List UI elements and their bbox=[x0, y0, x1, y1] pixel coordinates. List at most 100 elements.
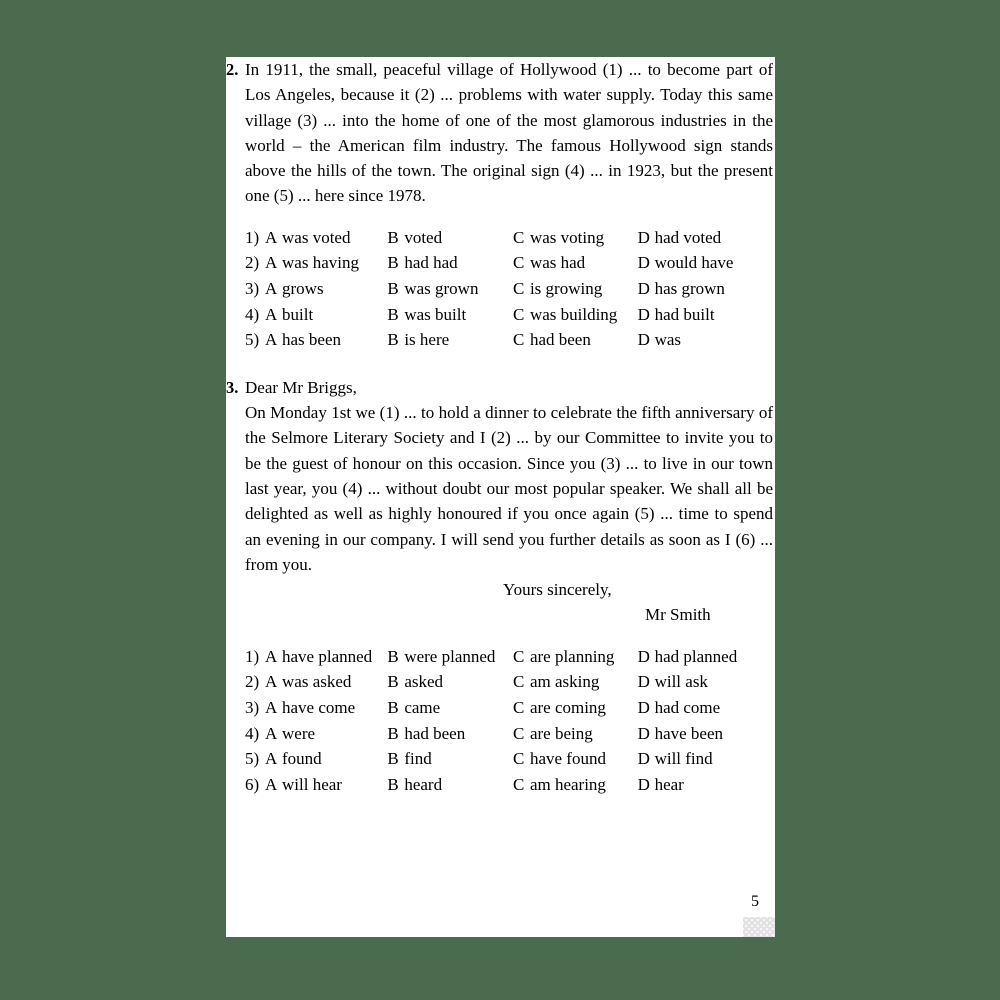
option-letter: C bbox=[512, 278, 525, 298]
option-text: have found bbox=[529, 749, 606, 769]
option-choice[interactable]: 1) A was voted bbox=[245, 227, 387, 249]
option-text: hear bbox=[654, 774, 684, 794]
option-text: grows bbox=[282, 278, 324, 298]
option-text: was asked bbox=[282, 672, 352, 692]
page-number: 5 bbox=[751, 893, 759, 910]
option-index: 1) bbox=[245, 646, 260, 666]
exercise-2: 2. In 1911, the small, peaceful village … bbox=[226, 57, 775, 209]
option-choice[interactable]: B were planned bbox=[387, 646, 513, 668]
option-text: was had bbox=[529, 253, 586, 273]
option-letter: A bbox=[265, 330, 278, 350]
option-choice[interactable]: C was had bbox=[513, 252, 638, 274]
option-choice[interactable]: D had built bbox=[638, 304, 775, 326]
option-text: are planning bbox=[529, 646, 615, 666]
option-choice[interactable]: D was bbox=[638, 329, 775, 351]
option-text: will hear bbox=[282, 774, 342, 794]
option-choice[interactable]: 4) A built bbox=[245, 304, 387, 326]
option-letter: A bbox=[265, 723, 278, 743]
option-text: found bbox=[282, 749, 322, 769]
option-choice[interactable]: B had had bbox=[387, 252, 513, 274]
option-choice[interactable]: D had come bbox=[638, 697, 775, 719]
option-row: 2) A was asked B asked C am asking D wil… bbox=[245, 671, 775, 693]
option-choice[interactable]: 5) A found bbox=[245, 748, 387, 770]
option-letter: C bbox=[512, 723, 525, 743]
option-text: was built bbox=[404, 304, 467, 324]
option-choice[interactable]: 2) A was asked bbox=[245, 671, 387, 693]
option-text: built bbox=[282, 304, 314, 324]
option-choice[interactable]: C is growing bbox=[513, 278, 638, 300]
option-choice[interactable]: B came bbox=[387, 697, 513, 719]
option-choice[interactable]: C am asking bbox=[513, 671, 638, 693]
option-text: had come bbox=[654, 697, 721, 717]
option-choice[interactable]: C was voting bbox=[513, 227, 638, 249]
option-letter: D bbox=[637, 278, 650, 298]
document-page: 2. In 1911, the small, peaceful village … bbox=[226, 57, 775, 937]
option-choice[interactable]: C am hearing bbox=[513, 774, 638, 796]
option-row: 6) A will hear B heard C am hearing D he… bbox=[245, 774, 775, 796]
option-choice[interactable]: B is here bbox=[387, 329, 513, 351]
option-text: had built bbox=[654, 304, 715, 324]
option-choice[interactable]: 3) A grows bbox=[245, 278, 387, 300]
option-letter: A bbox=[265, 253, 278, 273]
exercise-3: 3. Dear Mr Briggs, On Monday 1st we (1) … bbox=[226, 375, 775, 628]
option-choice[interactable]: C are coming bbox=[513, 697, 638, 719]
option-letter: B bbox=[387, 774, 399, 794]
option-text: was bbox=[654, 330, 682, 350]
option-index: 4) bbox=[245, 723, 260, 743]
option-letter: B bbox=[387, 672, 399, 692]
option-row: 1) A have planned B were planned C are p… bbox=[245, 646, 775, 668]
option-choice[interactable]: B had been bbox=[387, 723, 513, 745]
option-choice[interactable]: 6) A will hear bbox=[245, 774, 387, 796]
option-choice[interactable]: C are being bbox=[513, 723, 638, 745]
option-text: were bbox=[282, 723, 316, 743]
option-text: was grown bbox=[404, 278, 479, 298]
option-letter: B bbox=[387, 227, 399, 247]
option-choice[interactable]: B voted bbox=[387, 227, 513, 249]
option-letter: B bbox=[387, 330, 399, 350]
option-index: 4) bbox=[245, 304, 260, 324]
option-row: 1) A was voted B voted C was voting D ha… bbox=[245, 227, 775, 249]
option-letter: A bbox=[265, 672, 278, 692]
option-index: 1) bbox=[245, 227, 260, 247]
option-choice[interactable]: C was building bbox=[513, 304, 638, 326]
option-choice[interactable]: D had voted bbox=[638, 227, 775, 249]
option-choice[interactable]: C have found bbox=[513, 748, 638, 770]
option-letter: C bbox=[512, 672, 525, 692]
option-letter: B bbox=[387, 723, 399, 743]
option-choice[interactable]: B find bbox=[387, 748, 513, 770]
option-letter: A bbox=[265, 304, 278, 324]
exercise-3-paragraph: On Monday 1st we (1) ... to hold a dinne… bbox=[245, 403, 773, 574]
option-letter: A bbox=[265, 749, 278, 769]
option-text: came bbox=[404, 697, 441, 717]
option-choice[interactable]: D will find bbox=[638, 748, 775, 770]
option-choice[interactable]: 3) A have come bbox=[245, 697, 387, 719]
option-text: had been bbox=[529, 330, 591, 350]
option-choice[interactable]: 5) A has been bbox=[245, 329, 387, 351]
option-letter: D bbox=[637, 749, 650, 769]
option-letter: B bbox=[387, 646, 399, 666]
option-letter: D bbox=[637, 227, 650, 247]
option-choice[interactable]: 1) A have planned bbox=[245, 646, 387, 668]
option-choice[interactable]: B was built bbox=[387, 304, 513, 326]
option-choice[interactable]: B was grown bbox=[387, 278, 513, 300]
option-choice[interactable]: 4) A were bbox=[245, 723, 387, 745]
option-choice[interactable]: 2) A was having bbox=[245, 252, 387, 274]
option-choice[interactable]: B heard bbox=[387, 774, 513, 796]
option-choice[interactable]: D had planned bbox=[638, 646, 775, 668]
option-choice[interactable]: D have been bbox=[638, 723, 775, 745]
option-text: was voted bbox=[282, 227, 351, 247]
letter-salutation: Dear Mr Briggs, bbox=[245, 377, 357, 397]
option-choice[interactable]: C had been bbox=[513, 329, 638, 351]
option-choice[interactable]: D will ask bbox=[638, 671, 775, 693]
option-choice[interactable]: D would have bbox=[638, 252, 775, 274]
option-choice[interactable]: C are planning bbox=[513, 646, 638, 668]
option-choice[interactable]: D has grown bbox=[638, 278, 775, 300]
option-text: have planned bbox=[282, 646, 373, 666]
option-choice[interactable]: D hear bbox=[638, 774, 775, 796]
exercise-2-number: 2. bbox=[226, 60, 239, 79]
option-letter: A bbox=[265, 646, 278, 666]
option-choice[interactable]: B asked bbox=[387, 671, 513, 693]
option-text: find bbox=[404, 749, 432, 769]
exercise-3-number: 3. bbox=[226, 377, 239, 397]
